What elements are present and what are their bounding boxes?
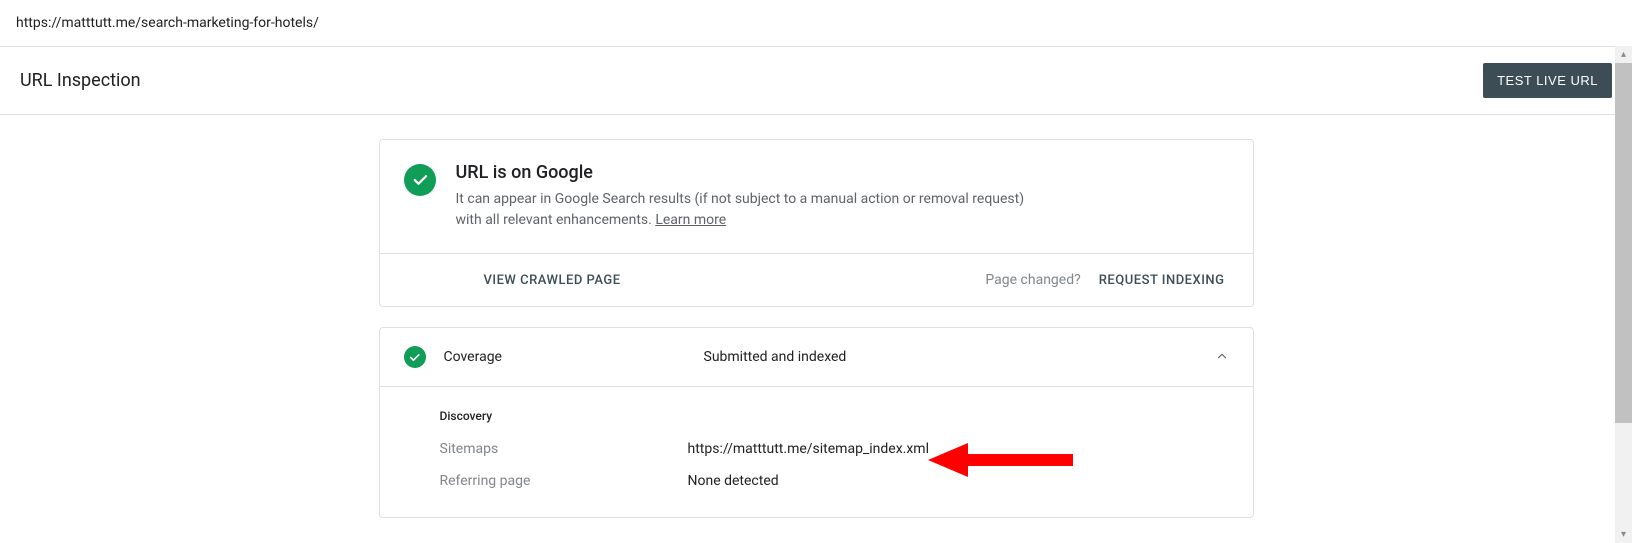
status-card: URL is on Google It can appear in Google…: [379, 139, 1254, 307]
url-input-bar[interactable]: https://matttutt.me/search-marketing-for…: [0, 0, 1632, 46]
page-title: URL Inspection: [20, 70, 141, 91]
detail-label: Sitemaps: [440, 441, 688, 457]
url-input-value: https://matttutt.me/search-marketing-for…: [16, 15, 319, 31]
status-title: URL is on Google: [456, 162, 1225, 183]
coverage-card: Coverage Submitted and indexed Discovery…: [379, 327, 1254, 518]
chevron-up-icon: [1215, 347, 1229, 368]
coverage-header[interactable]: Coverage Submitted and indexed: [380, 328, 1253, 387]
status-text-block: URL is on Google It can appear in Google…: [456, 162, 1225, 231]
detail-value: https://matttutt.me/sitemap_index.xml: [688, 441, 929, 457]
status-card-actions: VIEW CRAWLED PAGE Page changed? REQUEST …: [380, 254, 1253, 306]
detail-row-referring-page: Referring page None detected: [440, 473, 1229, 489]
right-actions: Page changed? REQUEST INDEXING: [985, 272, 1224, 288]
status-description: It can appear in Google Search results (…: [456, 189, 1036, 231]
detail-value: None detected: [688, 473, 779, 489]
coverage-status: Submitted and indexed: [704, 349, 1215, 365]
scroll-down-arrow-icon[interactable]: ▾: [1615, 526, 1632, 543]
page-header: URL Inspection TEST LIVE URL: [0, 46, 1632, 115]
content-area: URL is on Google It can appear in Google…: [0, 115, 1632, 542]
status-card-header: URL is on Google It can appear in Google…: [380, 140, 1253, 254]
page-changed-label: Page changed?: [985, 272, 1080, 288]
coverage-label: Coverage: [444, 349, 704, 365]
test-live-url-button[interactable]: TEST LIVE URL: [1483, 63, 1612, 98]
vertical-scrollbar[interactable]: ▴ ▾: [1615, 46, 1632, 543]
checkmark-icon: [404, 164, 436, 196]
detail-label: Referring page: [440, 473, 688, 489]
learn-more-link[interactable]: Learn more: [655, 212, 726, 228]
scroll-up-arrow-icon[interactable]: ▴: [1615, 46, 1632, 63]
detail-row-sitemaps: Sitemaps https://matttutt.me/sitemap_ind…: [440, 441, 1229, 457]
coverage-body: Discovery Sitemaps https://matttutt.me/s…: [380, 387, 1253, 517]
scrollbar-thumb[interactable]: [1615, 63, 1632, 423]
view-crawled-page-button[interactable]: VIEW CRAWLED PAGE: [484, 273, 621, 288]
checkmark-icon: [404, 346, 426, 368]
request-indexing-button[interactable]: REQUEST INDEXING: [1099, 273, 1225, 288]
discovery-section-title: Discovery: [440, 409, 1229, 423]
